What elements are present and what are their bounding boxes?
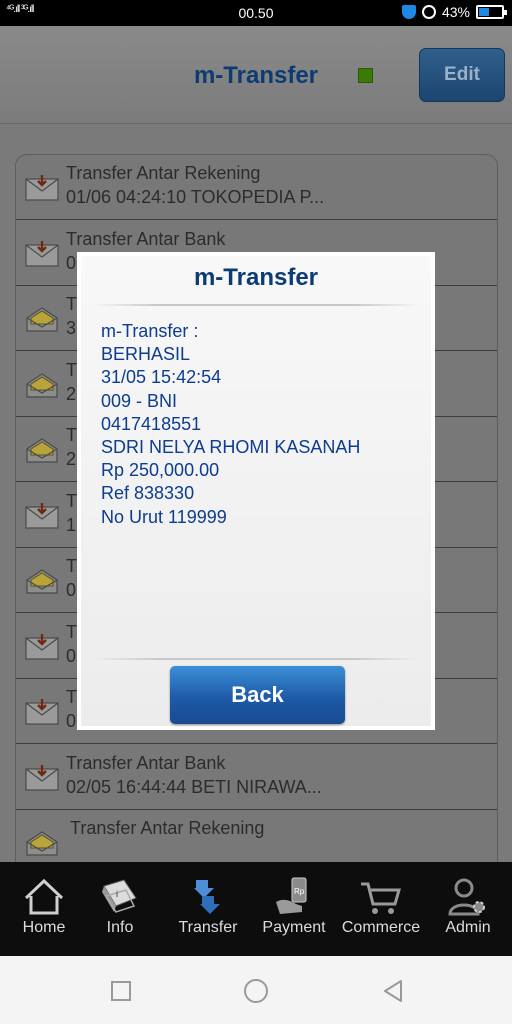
list-item-title: T [66,490,77,511]
list-item-title: Transfer Antar Bank [66,228,226,249]
app-header: m-Transfer Edit [0,26,512,124]
list-item-detail: 1 [66,514,77,535]
list-item-detail: 0 [66,580,77,600]
list-item-detail: 3 [66,318,77,338]
dialog-message-line: 009 - BNI [101,390,178,411]
bottom-tab-bar: Home i Info Transfer Rp Payment Commerce Admin [0,862,512,956]
list-item-detail: 0 [66,711,77,731]
tab-transfer[interactable]: Transfer [164,862,252,956]
battery-percent: 43% [441,4,470,20]
dialog-message-line: 0417418551 [101,413,202,434]
status-indicator [358,68,373,83]
list-item-detail: 2 [66,383,77,404]
tab-home[interactable]: Home [0,862,88,956]
mail-open-icon [26,438,58,463]
tab-label: Commerce [341,919,421,936]
dialog-message-line: No Urut 119999 [101,506,227,527]
dialog-message-line: 31/05 15:42:54 [101,367,222,388]
dialog-divider-bottom [93,658,419,660]
status-right-group: 43% [401,4,507,20]
mail-arrow-icon [25,502,59,529]
battery-icon [476,5,507,19]
tab-label: Admin [445,919,491,936]
svg-text:Rp: Rp [294,887,305,896]
battery-fill [479,8,490,16]
dialog-message-line: BERHASIL [101,344,191,365]
list-item[interactable]: Transfer Antar Bank 02/05 16:44:44 BETI N… [16,745,497,810]
mail-arrow-icon [25,699,59,725]
dialog-message-line: Rp 250,000.00 [101,460,220,481]
recent-apps-icon[interactable] [106,976,136,1006]
list-item[interactable]: Transfer Antar Rekening [16,810,497,862]
list-item-title: T [66,359,77,380]
dialog-panel: m-Transfer m-Transfer : BERHASIL 31/05 15:… [81,256,431,726]
back-triangle-icon[interactable] [378,976,408,1006]
list-item-title: Transfer Antar Bank [66,752,226,773]
mail-arrow-icon [25,764,59,791]
transfer-result-dialog: m-Transfer m-Transfer : BERHASIL 31/05 15:… [77,252,435,730]
payment-icon: Rp [276,877,307,914]
rotation-lock-icon [421,5,436,19]
mail-open-icon [26,372,58,398]
tab-admin[interactable]: Admin [424,862,512,956]
list-item-detail: 2 [66,449,77,469]
dialog-message-line: m-Transfer : [101,321,199,341]
home-circle-icon[interactable] [241,976,271,1006]
mail-open-icon [26,307,58,332]
edit-button[interactable]: Edit [419,48,505,102]
mail-arrow-icon [25,175,59,201]
list-item-title: T [66,294,77,314]
transfer-arrows-icon [194,880,220,914]
tab-payment[interactable]: Rp Payment [250,862,338,956]
system-nav-bar [0,956,512,1024]
list-item-title: T [66,687,77,707]
cart-icon [361,882,401,914]
dialog-message-line: SDRI NELYA RHOMI KASANAH [101,437,361,458]
list-item[interactable]: Transfer Antar Rekening 01/06 04:24:10 TO… [16,155,497,220]
status-bar: ⁴ᴳ.ıll ³ᴳ.ıll 00.50 43% [0,0,512,26]
list-item-title: T [66,556,77,576]
list-item-detail: 0 [66,252,77,273]
list-item-title: Transfer Antar Rekening [66,163,261,183]
shield-icon [401,5,416,19]
home-icon [24,878,64,915]
mail-arrow-icon [25,240,59,267]
tab-info[interactable]: i Info [76,862,164,956]
tab-label: Home [22,919,66,936]
list-item-detail: 0 [66,645,77,666]
list-item-title: T [66,425,77,445]
tab-label: Payment [262,919,326,936]
info-book-icon: i [102,879,137,913]
dialog-title: m-Transfer [193,264,319,291]
tab-label: Transfer [178,919,238,936]
dialog-message-line: Ref 838330 [101,483,195,504]
tab-label: Info [106,919,134,936]
back-button[interactable]: Back [170,666,345,724]
list-item-detail: 02/05 16:44:44 BETI NIRAWA... [66,776,322,797]
admin-user-gear-icon [448,878,485,916]
mail-arrow-icon [25,633,59,660]
list-item-title: Transfer Antar Rekening [70,818,265,838]
list-item-detail: 01/06 04:24:10 TOKOPEDIA P... [66,187,325,207]
mail-open-icon [26,569,58,594]
dialog-divider-top [93,304,419,306]
list-item-title: T [66,621,77,642]
svg-text:i: i [116,889,118,899]
tab-commerce[interactable]: Commerce [337,862,425,956]
dialog-message: m-Transfer : BERHASIL 31/05 15:42:54 009 - … [101,320,360,529]
mail-open-icon [26,831,58,856]
